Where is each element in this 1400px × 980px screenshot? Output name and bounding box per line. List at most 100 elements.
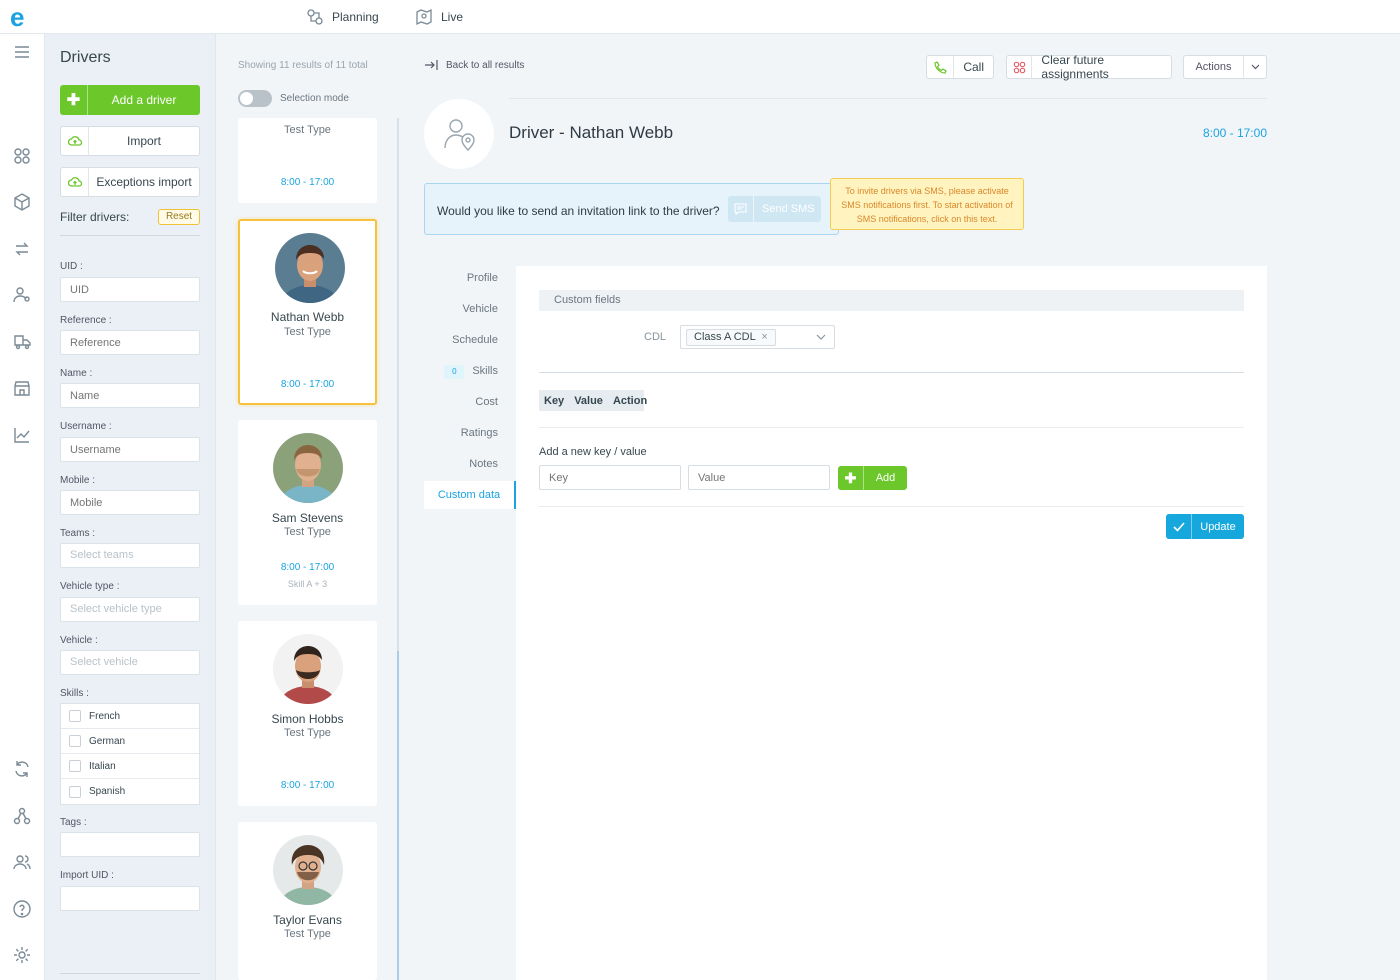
tab-vehicle[interactable]: Vehicle (463, 303, 498, 315)
tags-input[interactable] (60, 832, 200, 857)
clear-label: Clear future assignments (1041, 53, 1109, 81)
driver-card[interactable]: Simon Hobbs Test Type 8:00 - 17:00 (238, 621, 377, 806)
username-input[interactable] (60, 437, 200, 462)
checkbox[interactable] (69, 760, 81, 772)
analytics-icon[interactable] (12, 425, 32, 445)
help-icon[interactable] (12, 899, 32, 919)
skills-label: Skills : (60, 688, 89, 699)
settings-icon[interactable] (12, 945, 32, 965)
selection-mode-toggle[interactable] (238, 90, 272, 107)
menu-icon[interactable] (12, 42, 32, 62)
vehicle-select[interactable]: Select vehicle (60, 650, 200, 675)
driver-card[interactable]: Taylor Evans Test Type (238, 822, 377, 980)
plus-icon: ✚ (838, 466, 864, 490)
mobile-label: Mobile : (60, 475, 96, 486)
skill-label: German (89, 735, 126, 747)
cdl-chip[interactable]: Class A CDL × (686, 329, 776, 346)
tab-skills[interactable]: 0 Skills (444, 365, 498, 379)
call-button[interactable]: Call (926, 55, 994, 79)
tab-notes[interactable]: Notes (469, 458, 498, 470)
driver-icon[interactable] (12, 285, 32, 305)
back-to-results-link[interactable]: Back to all results (424, 59, 524, 71)
skill-option[interactable]: Italian (61, 754, 199, 779)
panel-title: Drivers (60, 49, 111, 66)
tab-custom-data[interactable]: Custom data (424, 481, 516, 509)
driver-type: Test Type (284, 326, 331, 338)
vehicle-type-label: Vehicle type : (60, 581, 120, 592)
clear-assignments-icon (1007, 56, 1033, 78)
cdl-chip-label: Class A CDL (694, 331, 756, 343)
skill-option[interactable]: Spanish (61, 779, 199, 804)
nav-live[interactable]: Live (415, 0, 463, 34)
divider (60, 235, 200, 236)
checkbox[interactable] (69, 735, 81, 747)
users-icon[interactable] (12, 852, 32, 872)
tab-cost[interactable]: Cost (475, 396, 498, 408)
cdl-select[interactable]: Class A CDL × (680, 325, 835, 349)
update-button[interactable]: Update (1166, 514, 1244, 539)
import-button[interactable]: Import (60, 126, 200, 156)
driver-card[interactable]: Test Type 8:00 - 17:00 (238, 118, 377, 203)
mobile-input[interactable] (60, 490, 200, 515)
add-driver-label: Add a driver (111, 93, 177, 107)
skill-label: Italian (89, 760, 116, 772)
vehicle-type-select[interactable]: Select vehicle type (60, 597, 200, 622)
key-input[interactable] (539, 465, 681, 490)
skill-option[interactable]: German (61, 729, 199, 754)
column-key: Key (544, 394, 565, 407)
send-sms-button[interactable]: Send SMS (728, 196, 821, 222)
add-key-value-button[interactable]: ✚ Add (838, 466, 907, 490)
add-key-value-label: Add a new key / value (539, 446, 647, 458)
tab-schedule[interactable]: Schedule (452, 334, 498, 346)
reset-button[interactable]: Reset (158, 209, 200, 225)
dispatch-icon[interactable] (12, 332, 32, 352)
integrations-icon[interactable] (12, 806, 32, 826)
import-uid-input[interactable] (60, 886, 200, 911)
store-icon[interactable] (12, 378, 32, 398)
column-value: Value (574, 394, 603, 407)
skill-label: French (89, 710, 121, 722)
package-icon[interactable] (12, 192, 32, 212)
teams-select[interactable]: Select teams (60, 543, 200, 568)
clear-future-assignments-button[interactable]: Clear future assignments (1006, 53, 1172, 81)
tab-profile[interactable]: Profile (467, 272, 498, 284)
uid-input[interactable] (60, 277, 200, 302)
checkbox[interactable] (69, 785, 81, 798)
value-input[interactable] (688, 465, 830, 490)
sms-activation-tooltip[interactable]: To invite drivers via SMS, please activa… (830, 178, 1024, 230)
route-icon[interactable] (12, 239, 32, 259)
driver-type: Test Type (284, 526, 331, 538)
nav-planning[interactable]: Planning (306, 0, 379, 34)
actions-dropdown[interactable]: Actions (1183, 55, 1267, 79)
divider (539, 427, 1244, 428)
add-driver-button[interactable]: ✚ Add a driver (60, 85, 200, 115)
skill-option[interactable]: French (61, 704, 199, 729)
live-map-icon (416, 8, 432, 26)
custom-fields-header: Custom fields (539, 290, 1244, 311)
driver-type: Test Type (284, 727, 331, 739)
back-arrow-icon (425, 60, 438, 70)
driver-card[interactable]: Nathan Webb Test Type 8:00 - 17:00 (238, 219, 377, 405)
planning-icon[interactable] (12, 146, 32, 166)
sync-icon[interactable] (12, 759, 32, 779)
driver-name: Taylor Evans (273, 913, 342, 927)
driver-name: Sam Stevens (271, 511, 344, 525)
driver-type: Test Type (284, 124, 331, 136)
import-label: Import (126, 134, 161, 148)
check-icon (1166, 514, 1192, 539)
avatar (273, 835, 343, 905)
call-label: Call (963, 60, 984, 74)
exceptions-import-button[interactable]: Exceptions import (60, 167, 200, 197)
name-input[interactable] (60, 383, 200, 408)
avatar (273, 433, 343, 503)
app-logo[interactable]: e (10, 4, 24, 30)
chevron-down-icon (1244, 64, 1266, 70)
driver-hours: 8:00 - 17:00 (280, 379, 335, 390)
scrollbar-thumb[interactable] (397, 651, 399, 980)
skills-count-badge: 0 (444, 365, 465, 379)
driver-card[interactable]: Sam Stevens Test Type 8:00 - 17:00 Skill… (238, 420, 377, 605)
reference-input[interactable] (60, 330, 200, 355)
close-icon[interactable]: × (761, 331, 767, 343)
checkbox[interactable] (69, 710, 81, 722)
tab-ratings[interactable]: Ratings (461, 427, 498, 439)
